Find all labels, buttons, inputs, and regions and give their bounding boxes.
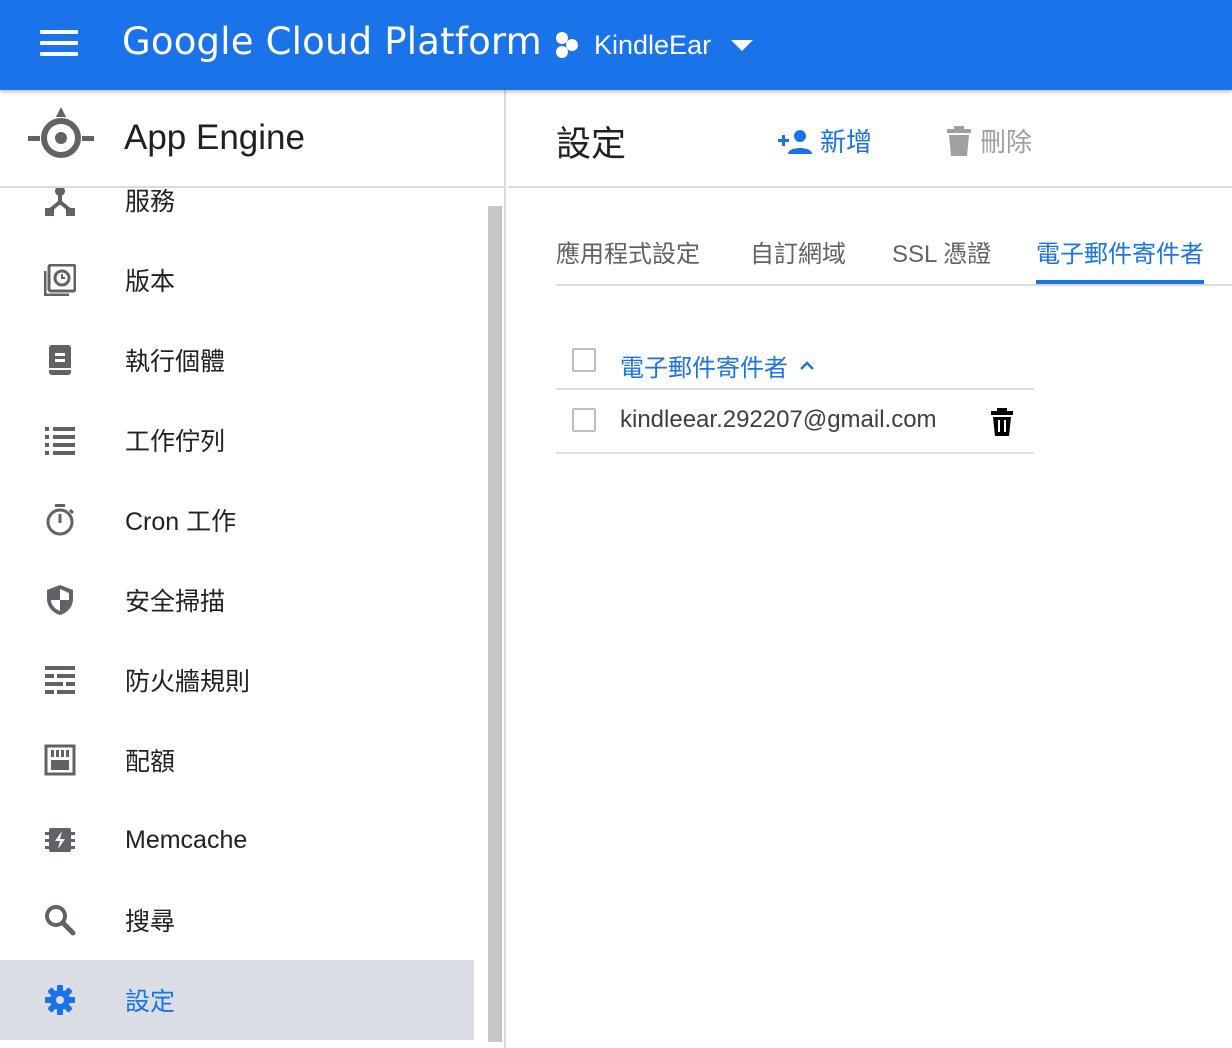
menu-icon[interactable] — [40, 30, 78, 58]
sidebar-item-search[interactable]: 搜尋 — [0, 880, 474, 960]
memcache-icon — [43, 823, 77, 857]
column-header-label: 電子郵件寄件者 — [620, 355, 788, 382]
sidebar-item-security-scans[interactable]: 安全掃描 — [0, 560, 474, 640]
page-header: 設定 新增 刪除 — [508, 90, 1232, 188]
chevron-down-icon — [731, 39, 754, 51]
tab-ssl-certificates[interactable]: SSL 憑證 — [892, 234, 991, 269]
sidebar-item-firewall-rules[interactable]: 防火牆規則 — [0, 640, 474, 720]
main-content: 設定 新增 刪除 應用程式設定 自訂網域 SSL 憑證 電子郵件寄件者 電子郵件… — [508, 90, 1232, 1048]
project-name: KindleEar — [594, 29, 712, 60]
email-senders-table: 電子郵件寄件者 kindleear.292207@gmail.com — [556, 336, 1034, 454]
sort-ascending-icon — [800, 360, 814, 370]
table-header-row: 電子郵件寄件者 — [556, 336, 1034, 390]
sidebar-title: App Engine — [124, 118, 305, 157]
sidebar-scrollbar-thumb[interactable] — [486, 206, 504, 1042]
sidebar-item-label: Memcache — [125, 825, 248, 854]
services-icon — [43, 188, 77, 217]
active-tab-indicator — [1036, 280, 1204, 284]
project-icon — [552, 30, 582, 60]
sidebar-item-instances[interactable]: 執行個體 — [0, 320, 474, 400]
timer-icon — [43, 503, 77, 537]
add-button-label: 新增 — [820, 127, 873, 157]
row-checkbox[interactable] — [572, 408, 596, 432]
sidebar-item-label: 執行個體 — [125, 348, 226, 376]
quota-icon — [43, 743, 77, 777]
delete-row-icon[interactable] — [990, 408, 1014, 436]
sidebar-scrollbar[interactable] — [486, 206, 504, 1042]
top-app-bar: Google Cloud Platform KindleEar — [0, 0, 1232, 90]
shield-icon — [43, 583, 77, 617]
sidebar-item-cron-jobs[interactable]: Cron 工作 — [0, 480, 474, 560]
delete-button[interactable]: 刪除 — [946, 122, 1032, 159]
sidebar: App Engine 服務 版本 執行個體 工作佇列 Cron 工作 安全掃描 … — [0, 90, 506, 1048]
select-all-checkbox[interactable] — [572, 348, 596, 372]
sidebar-item-task-queues[interactable]: 工作佇列 — [0, 400, 474, 480]
sidebar-item-versions[interactable]: 版本 — [0, 240, 474, 320]
table-row: kindleear.292207@gmail.com — [556, 390, 1034, 454]
sidebar-item-label: 搜尋 — [125, 908, 176, 936]
sidebar-item-label: 防火牆規則 — [125, 668, 251, 696]
firewall-icon — [43, 663, 77, 697]
sidebar-item-label: 版本 — [125, 268, 176, 296]
sidebar-item-services[interactable]: 服務 — [0, 188, 474, 240]
sidebar-item-label: Cron 工作 — [125, 508, 237, 536]
sidebar-item-label: 服務 — [125, 188, 176, 216]
sidebar-item-label: 設定 — [125, 988, 176, 1016]
versions-icon — [43, 263, 77, 297]
project-selector[interactable]: KindleEar — [552, 28, 754, 62]
sidebar-nav: 服務 版本 執行個體 工作佇列 Cron 工作 安全掃描 防火牆規則 配額 Me… — [0, 188, 504, 1048]
instances-icon — [43, 343, 77, 377]
gear-icon — [43, 983, 77, 1017]
column-header-email-sender[interactable]: 電子郵件寄件者 — [620, 348, 814, 383]
sidebar-item-settings[interactable]: 設定 — [0, 960, 474, 1040]
sidebar-item-label: 工作佇列 — [125, 428, 226, 456]
person-add-icon — [778, 129, 812, 154]
app-engine-logo-icon — [28, 107, 94, 158]
task-queues-icon — [43, 423, 77, 457]
trash-icon — [947, 125, 971, 156]
search-icon — [43, 903, 77, 937]
page-title: 設定 — [556, 125, 627, 164]
sidebar-item-label: 安全掃描 — [125, 588, 226, 616]
tab-custom-domains[interactable]: 自訂網域 — [750, 234, 846, 269]
delete-button-label: 刪除 — [980, 127, 1033, 157]
tab-email-senders[interactable]: 電子郵件寄件者 — [1036, 234, 1204, 269]
email-cell: kindleear.292207@gmail.com — [620, 406, 937, 433]
sidebar-item-memcache[interactable]: Memcache — [0, 800, 474, 880]
sidebar-item-quotas[interactable]: 配額 — [0, 720, 474, 800]
sidebar-header: App Engine — [0, 90, 504, 188]
product-brand[interactable]: Google Cloud Platform — [122, 20, 542, 63]
add-button[interactable]: 新增 — [778, 122, 872, 159]
tab-app-settings[interactable]: 應用程式設定 — [556, 234, 700, 269]
sidebar-item-label: 配額 — [125, 748, 176, 776]
settings-tabs: 應用程式設定 自訂網域 SSL 憑證 電子郵件寄件者 — [556, 226, 1232, 286]
